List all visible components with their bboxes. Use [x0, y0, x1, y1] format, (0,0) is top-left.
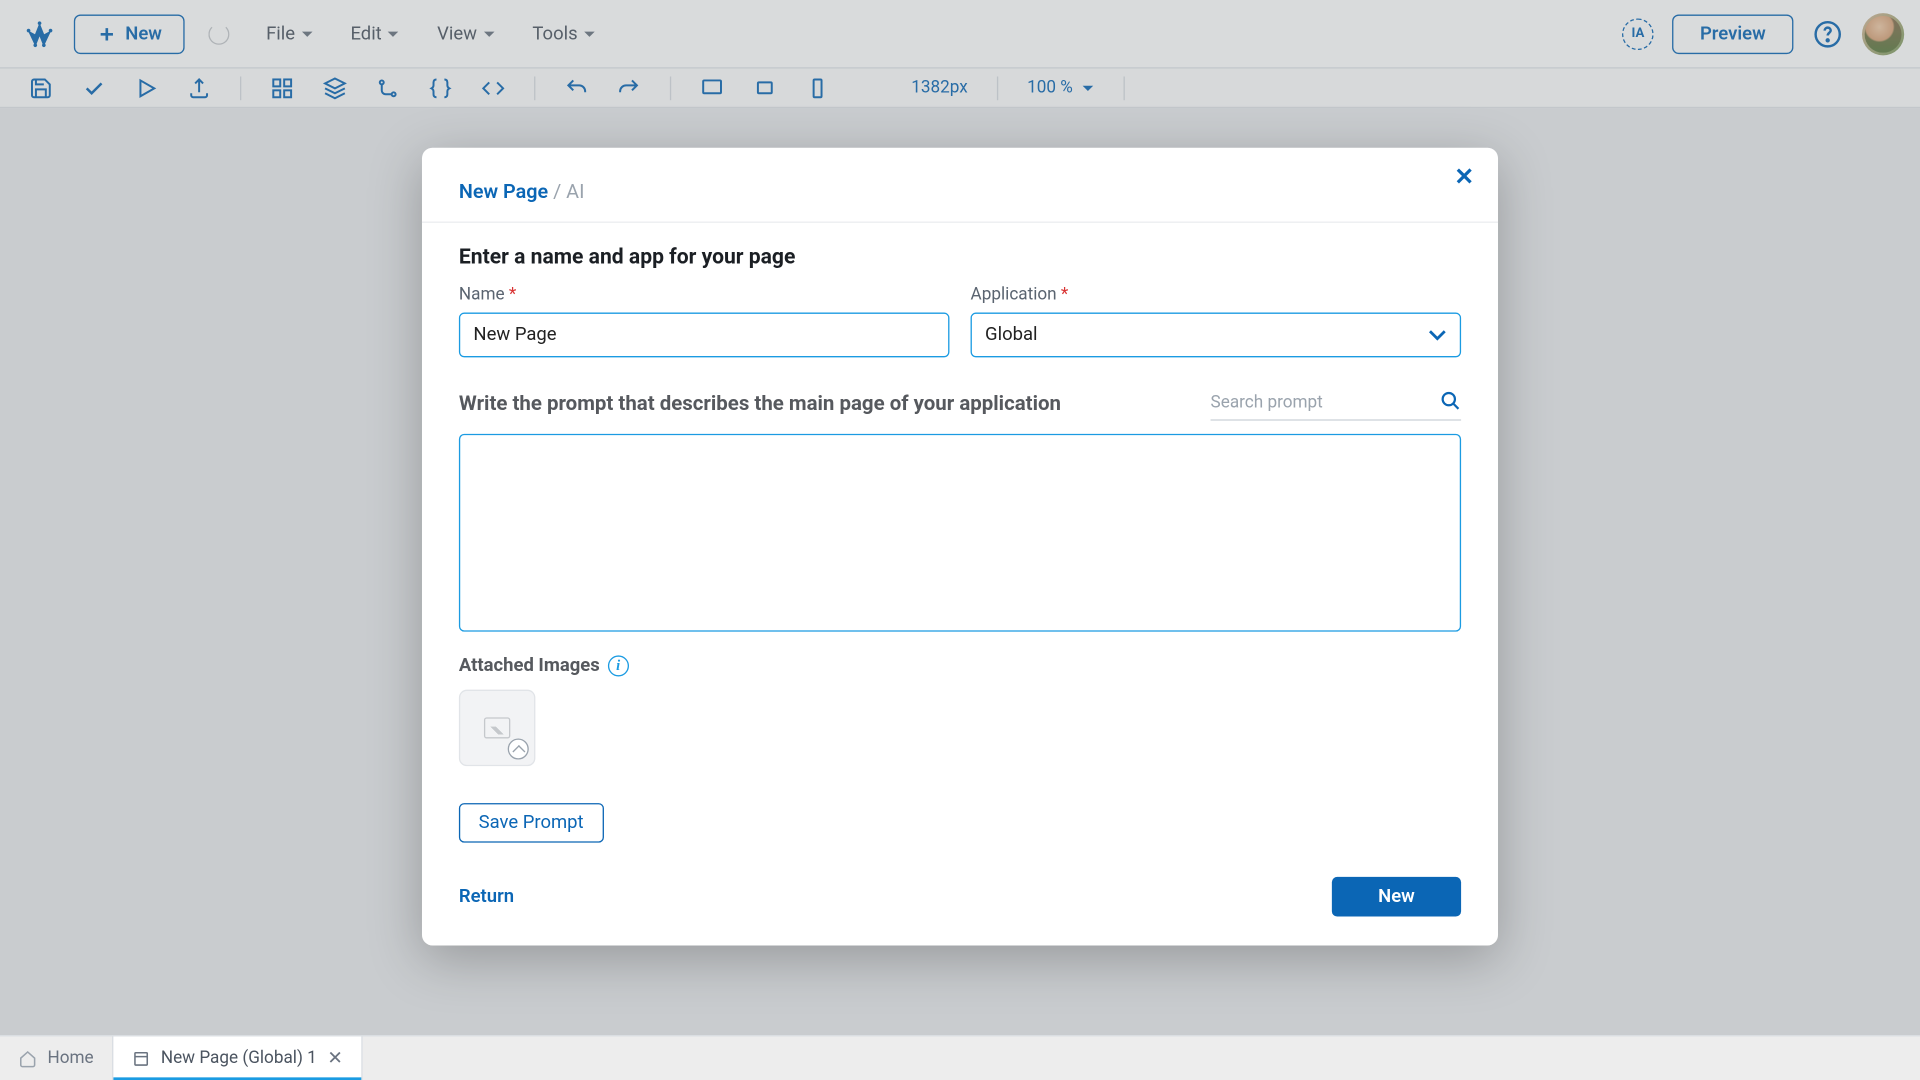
name-label: Name * [459, 285, 950, 305]
application-label: Application * [971, 285, 1462, 305]
home-icon [18, 1049, 36, 1067]
return-link[interactable]: Return [459, 886, 514, 907]
prompt-heading: Write the prompt that describes the main… [459, 392, 1061, 416]
info-icon[interactable]: i [608, 655, 629, 676]
modal-new-button[interactable]: New [1332, 877, 1461, 917]
close-icon[interactable]: ✕ [1454, 166, 1474, 190]
tab-close-icon[interactable]: ✕ [327, 1048, 342, 1069]
modal-heading: Enter a name and app for your page [459, 244, 1461, 269]
search-icon[interactable] [1440, 390, 1461, 411]
breadcrumb-main[interactable]: New Page [459, 179, 548, 203]
breadcrumb-sub: / AI [553, 179, 584, 203]
tab-home-label: Home [47, 1048, 93, 1068]
name-input[interactable] [459, 313, 950, 358]
application-select-value: Global [985, 324, 1037, 345]
modal-breadcrumb: New Page / AI [459, 179, 1461, 203]
modal-overlay: ✕ New Page / AI Enter a name and app for… [0, 0, 1920, 1080]
upload-arrow-icon [508, 738, 529, 759]
application-select[interactable]: Global [971, 313, 1462, 358]
prompt-textarea[interactable] [459, 434, 1461, 632]
search-prompt-input[interactable] [1211, 386, 1462, 420]
save-prompt-button[interactable]: Save Prompt [459, 803, 603, 843]
tab-bar: Home New Page (Global) 1 ✕ [0, 1035, 1920, 1080]
new-page-modal: ✕ New Page / AI Enter a name and app for… [422, 148, 1498, 946]
tab-home[interactable]: Home [0, 1036, 113, 1080]
image-placeholder-icon [484, 717, 510, 738]
attached-images-label: Attached Images i [459, 655, 1461, 676]
tab-active-label: New Page (Global) 1 [161, 1048, 317, 1068]
chevron-down-icon [1428, 326, 1446, 344]
tab-active-page[interactable]: New Page (Global) 1 ✕ [113, 1036, 362, 1080]
page-icon [132, 1049, 150, 1067]
attach-image-button[interactable] [459, 690, 535, 766]
